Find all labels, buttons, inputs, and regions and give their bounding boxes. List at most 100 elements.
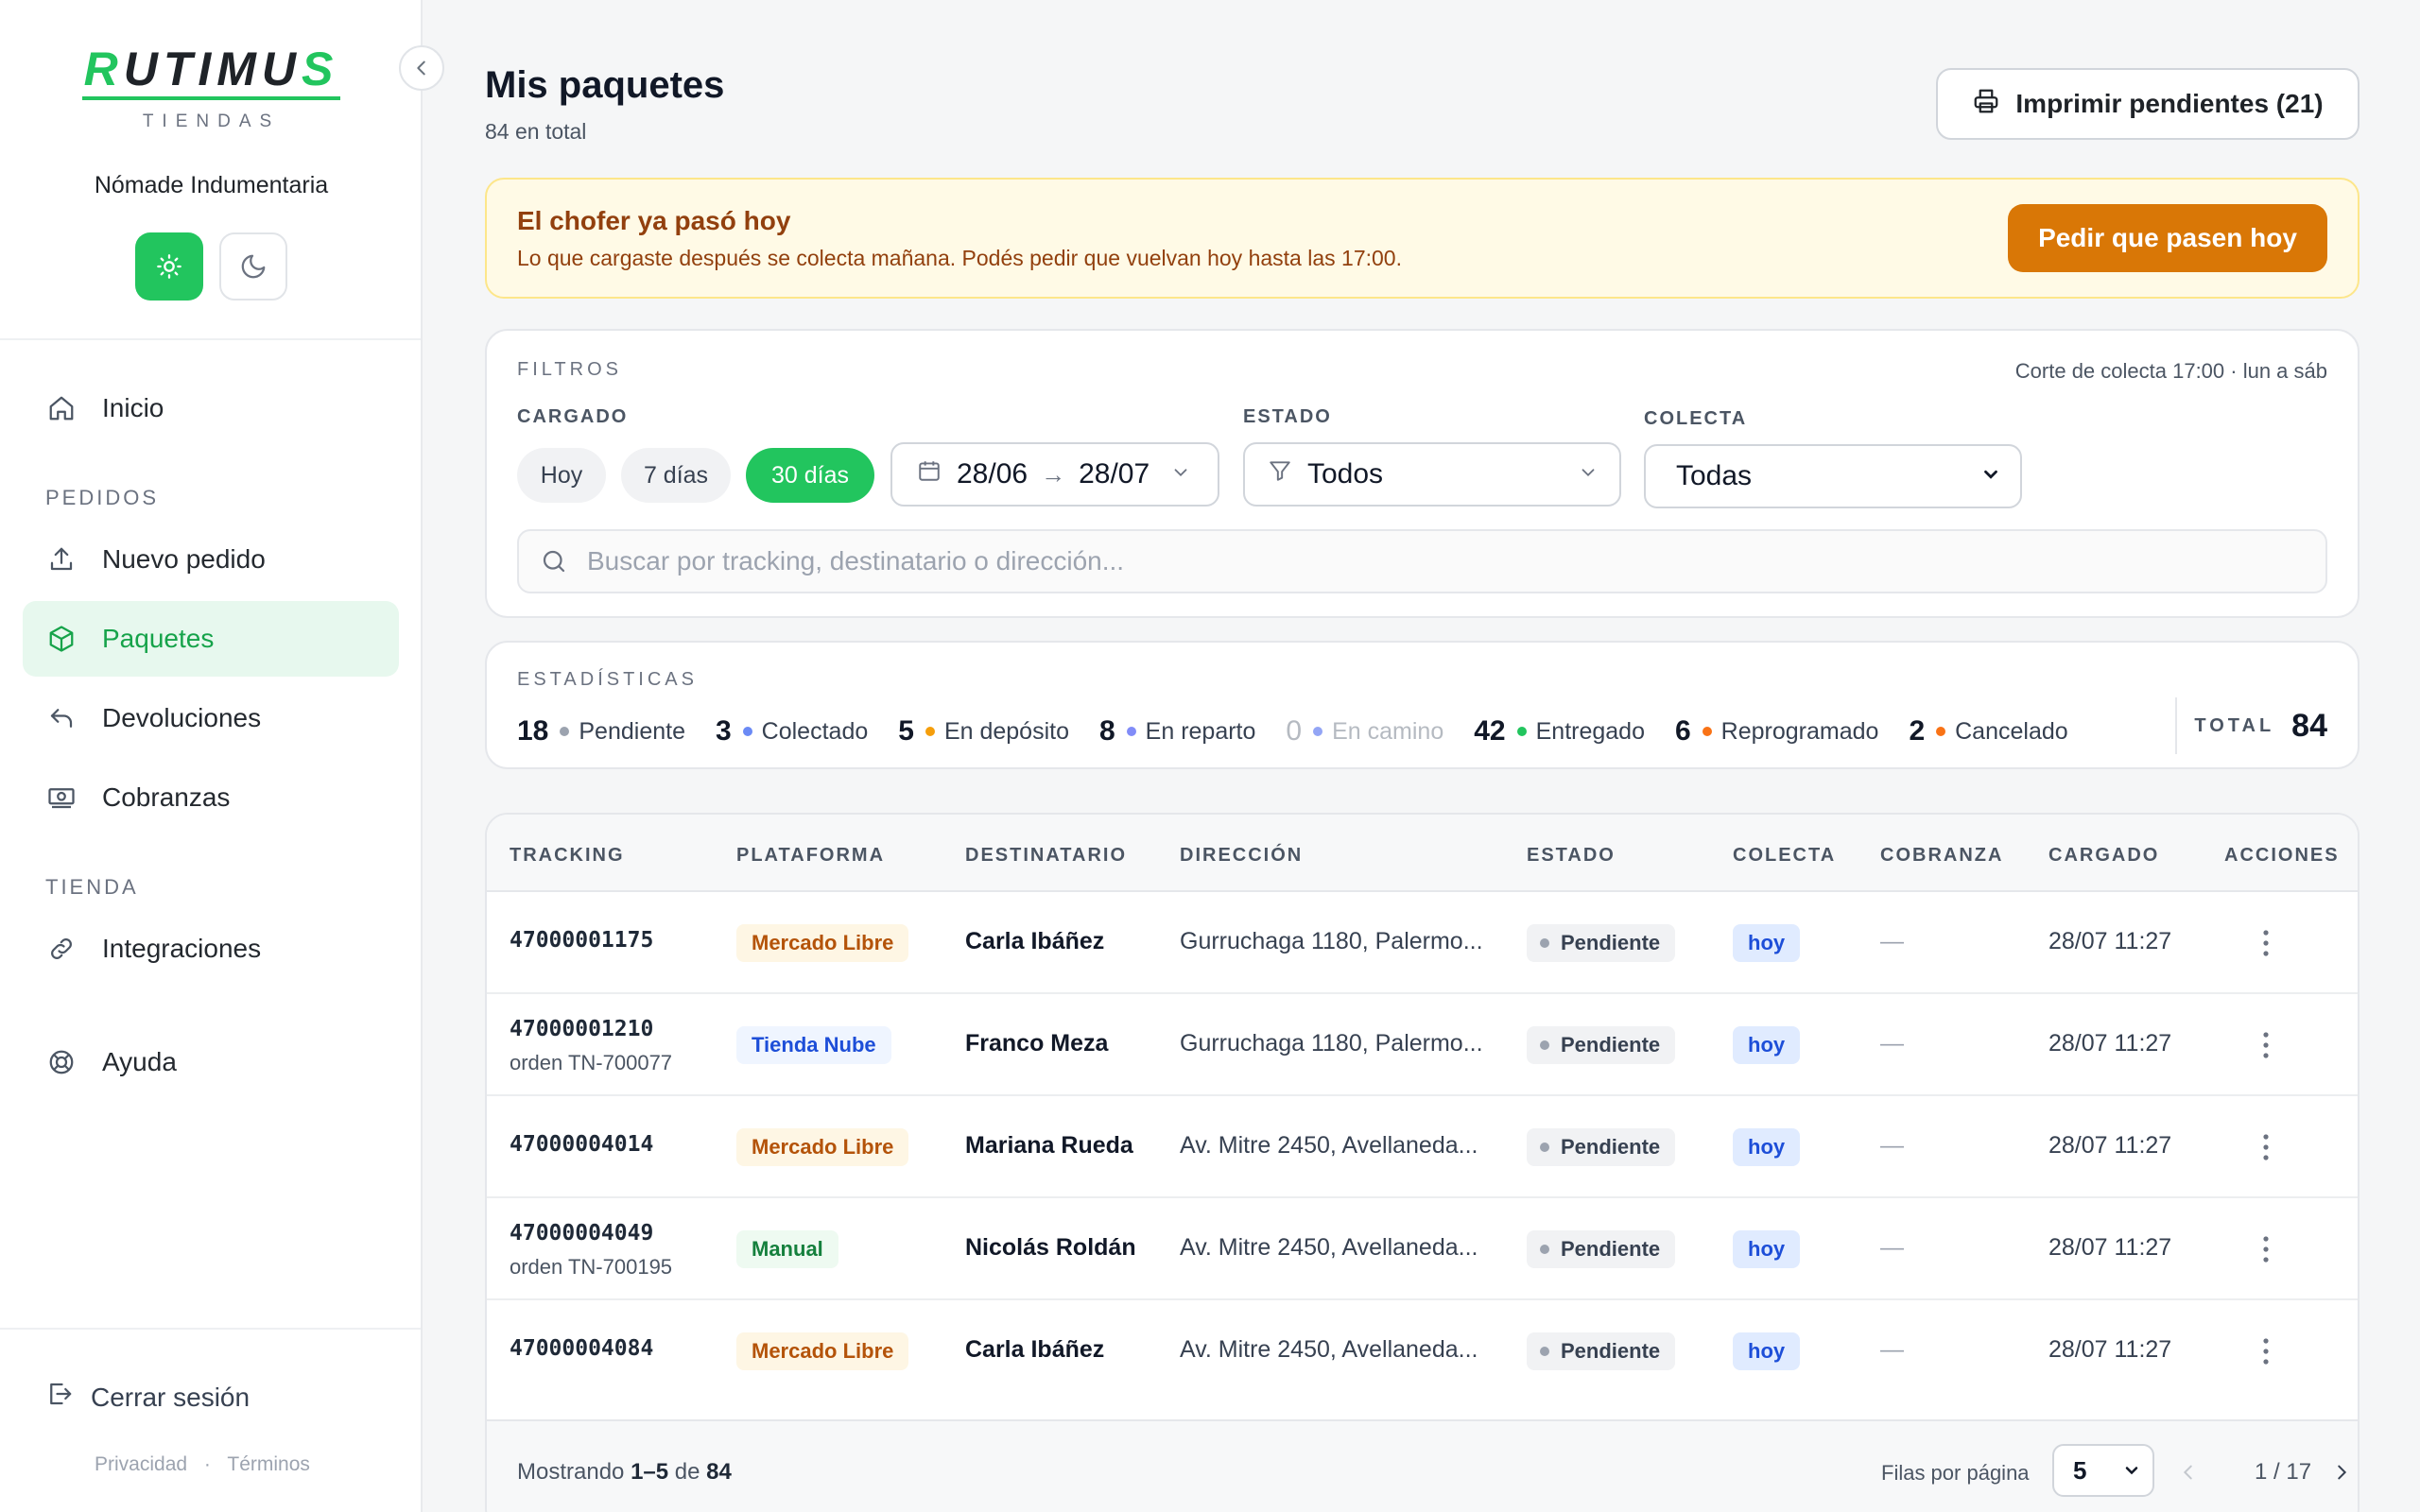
sidebar-divider xyxy=(0,338,421,340)
stat-en-camino[interactable]: 0 En camino xyxy=(1286,715,1443,747)
logo: RUTIMUS TIENDAS xyxy=(0,45,423,132)
column-header-tracking[interactable]: TRACKING xyxy=(510,845,625,867)
sidebar-item-nuevo-pedido[interactable]: Nuevo pedido xyxy=(23,522,399,597)
collapse-sidebar-button[interactable] xyxy=(399,45,444,91)
date-from: 28/06 xyxy=(957,458,1028,490)
table-row[interactable]: 47000001210 orden TN-700077 Tienda Nube … xyxy=(487,994,2358,1096)
tracking-number[interactable]: 47000001210 xyxy=(510,1017,653,1041)
stat-pendiente[interactable]: 18 Pendiente xyxy=(517,715,685,747)
sidebar-item-label: Inicio xyxy=(102,393,164,422)
chevron-down-icon xyxy=(1578,458,1599,490)
tracking-number[interactable]: 47000001175 xyxy=(510,928,653,953)
home-icon xyxy=(45,392,78,424)
chip-7-dias[interactable]: 7 días xyxy=(621,448,731,503)
estado-value: Todos xyxy=(1307,458,1384,490)
sidebar-item-label: Paquetes xyxy=(102,624,215,653)
status-label: Pendiente xyxy=(1561,1339,1661,1363)
column-header-destinatario[interactable]: DESTINATARIO xyxy=(965,845,1127,867)
colecta-select[interactable]: Todas xyxy=(1644,444,2022,508)
stats-row: 18 Pendiente 3 Colectado 5 En depósito 8 En … xyxy=(517,713,2099,750)
terms-link[interactable]: Términos xyxy=(227,1453,310,1475)
chevron-left-icon xyxy=(2183,1465,2192,1480)
platform-badge: Mercado Libre xyxy=(736,1128,909,1166)
tracking-number[interactable]: 47000004049 xyxy=(510,1221,653,1246)
stat-cancelado[interactable]: 2 Cancelado xyxy=(1909,715,2067,747)
more-vertical-icon xyxy=(2263,1236,2269,1263)
search-field[interactable] xyxy=(517,529,2327,593)
row-actions-button[interactable] xyxy=(2247,1128,2285,1166)
stats-heading: ESTADÍSTICAS xyxy=(517,669,698,690)
stat-count: 3 xyxy=(715,715,732,747)
stat-label: Reprogramado xyxy=(1720,717,1879,745)
sidebar-item-cobranzas[interactable]: Cobranzas xyxy=(23,760,399,835)
cobranza-value: — xyxy=(1880,928,1904,954)
logo-letter-r: R xyxy=(83,43,124,95)
sidebar-item-integraciones[interactable]: Integraciones xyxy=(23,911,399,987)
chip-hoy[interactable]: Hoy xyxy=(517,448,606,503)
previous-page-button[interactable] xyxy=(2169,1453,2207,1491)
table-row[interactable]: 47000004049 orden TN-700195 Manual Nicol… xyxy=(487,1198,2358,1300)
banner-text: Lo que cargaste después se colecta mañan… xyxy=(517,246,1402,270)
logout-label: Cerrar sesión xyxy=(91,1382,251,1412)
column-header-estado[interactable]: ESTADO xyxy=(1527,845,1616,867)
stat-en-reparto[interactable]: 8 En reparto xyxy=(1099,715,1255,747)
print-pending-button[interactable]: Imprimir pendientes (21) xyxy=(1936,68,2360,140)
pickup-cutoff-text: Corte de colecta 17:00 · lun a sáb xyxy=(2014,359,2327,383)
search-input[interactable] xyxy=(587,546,2289,576)
column-header-colecta[interactable]: COLECTA xyxy=(1733,845,1836,867)
logo-wordmark: RUTIMUS xyxy=(81,43,341,100)
column-header-cargado[interactable]: CARGADO xyxy=(2048,845,2159,867)
dark-theme-button[interactable] xyxy=(219,232,287,301)
stat-label: En depósito xyxy=(943,717,1069,745)
sidebar-item-paquetes[interactable]: Paquetes xyxy=(23,601,399,677)
stat-reprogramado[interactable]: 6 Reprogramado xyxy=(1675,715,1878,747)
stat-label: Colectado xyxy=(761,717,869,745)
row-actions-button[interactable] xyxy=(2247,924,2285,962)
logo-letter-s: S xyxy=(302,43,339,95)
stat-en-deposito[interactable]: 5 En depósito xyxy=(898,715,1069,747)
sidebar-item-devoluciones[interactable]: Devoluciones xyxy=(23,680,399,756)
sidebar-item-ayuda[interactable]: Ayuda xyxy=(23,1024,399,1100)
total-label: TOTAL xyxy=(2194,714,2275,736)
address: Gurruchaga 1180, Palermo... xyxy=(1180,1030,1483,1057)
next-page-button[interactable] xyxy=(2323,1453,2358,1491)
table-row[interactable]: 47000004014 Mercado Libre Mariana Rueda … xyxy=(487,1096,2358,1198)
sidebar-divider xyxy=(0,1328,421,1330)
filters-heading: FILTROS xyxy=(517,359,622,380)
privacy-link[interactable]: Privacidad xyxy=(95,1453,187,1475)
address: Gurruchaga 1180, Palermo... xyxy=(1180,928,1483,954)
logout-button[interactable]: Cerrar sesión xyxy=(45,1380,250,1415)
rows-per-page-select[interactable]: 5 xyxy=(2052,1444,2154,1497)
status-dot xyxy=(560,727,570,736)
stat-label: Cancelado xyxy=(1955,717,2068,745)
chip-30-dias[interactable]: 30 días xyxy=(746,448,874,503)
chevron-down-icon xyxy=(1980,460,2001,492)
recipient-name: Nicolás Roldán xyxy=(965,1234,1136,1261)
column-header-plataforma[interactable]: PLATAFORMA xyxy=(736,845,885,867)
table-row[interactable]: 47000004084 Mercado Libre Carla Ibáñez A… xyxy=(487,1300,2358,1402)
table-row[interactable]: 47000001175 Mercado Libre Carla Ibáñez G… xyxy=(487,892,2358,994)
date-range-picker[interactable]: 28/06 → 28/07 xyxy=(890,442,1219,507)
column-header-direccion[interactable]: DIRECCIÓN xyxy=(1180,845,1303,867)
tracking-number[interactable]: 47000004084 xyxy=(510,1336,653,1361)
row-actions-button[interactable] xyxy=(2247,1332,2285,1370)
request-pickup-today-button[interactable]: Pedir que pasen hoy xyxy=(2008,204,2327,272)
legal-links: Privacidad · Términos xyxy=(95,1453,310,1476)
main-content: Mis paquetes 84 en total Imprimir pendie… xyxy=(423,0,2420,1512)
stat-colectado[interactable]: 3 Colectado xyxy=(716,715,868,747)
tracking-number[interactable]: 47000004014 xyxy=(510,1132,653,1157)
stat-entregado[interactable]: 42 Entregado xyxy=(1474,715,1645,747)
row-actions-button[interactable] xyxy=(2247,1230,2285,1268)
estado-select[interactable]: Todos xyxy=(1243,442,1621,507)
section-label-tienda: TIENDA xyxy=(45,875,139,899)
column-header-cobranza[interactable]: COBRANZA xyxy=(1880,845,2003,867)
stats-card: ESTADÍSTICAS 18 Pendiente 3 Colectado 5 En … xyxy=(485,641,2360,769)
status-dot xyxy=(1936,727,1946,736)
package-icon xyxy=(45,623,78,655)
row-actions-button[interactable] xyxy=(2247,1026,2285,1064)
sidebar-item-label: Ayuda xyxy=(102,1047,177,1076)
sidebar-item-inicio[interactable]: Inicio xyxy=(23,370,399,446)
address: Av. Mitre 2450, Avellaneda... xyxy=(1180,1234,1478,1261)
recipient-name: Carla Ibáñez xyxy=(965,1336,1105,1363)
light-theme-button[interactable] xyxy=(135,232,203,301)
